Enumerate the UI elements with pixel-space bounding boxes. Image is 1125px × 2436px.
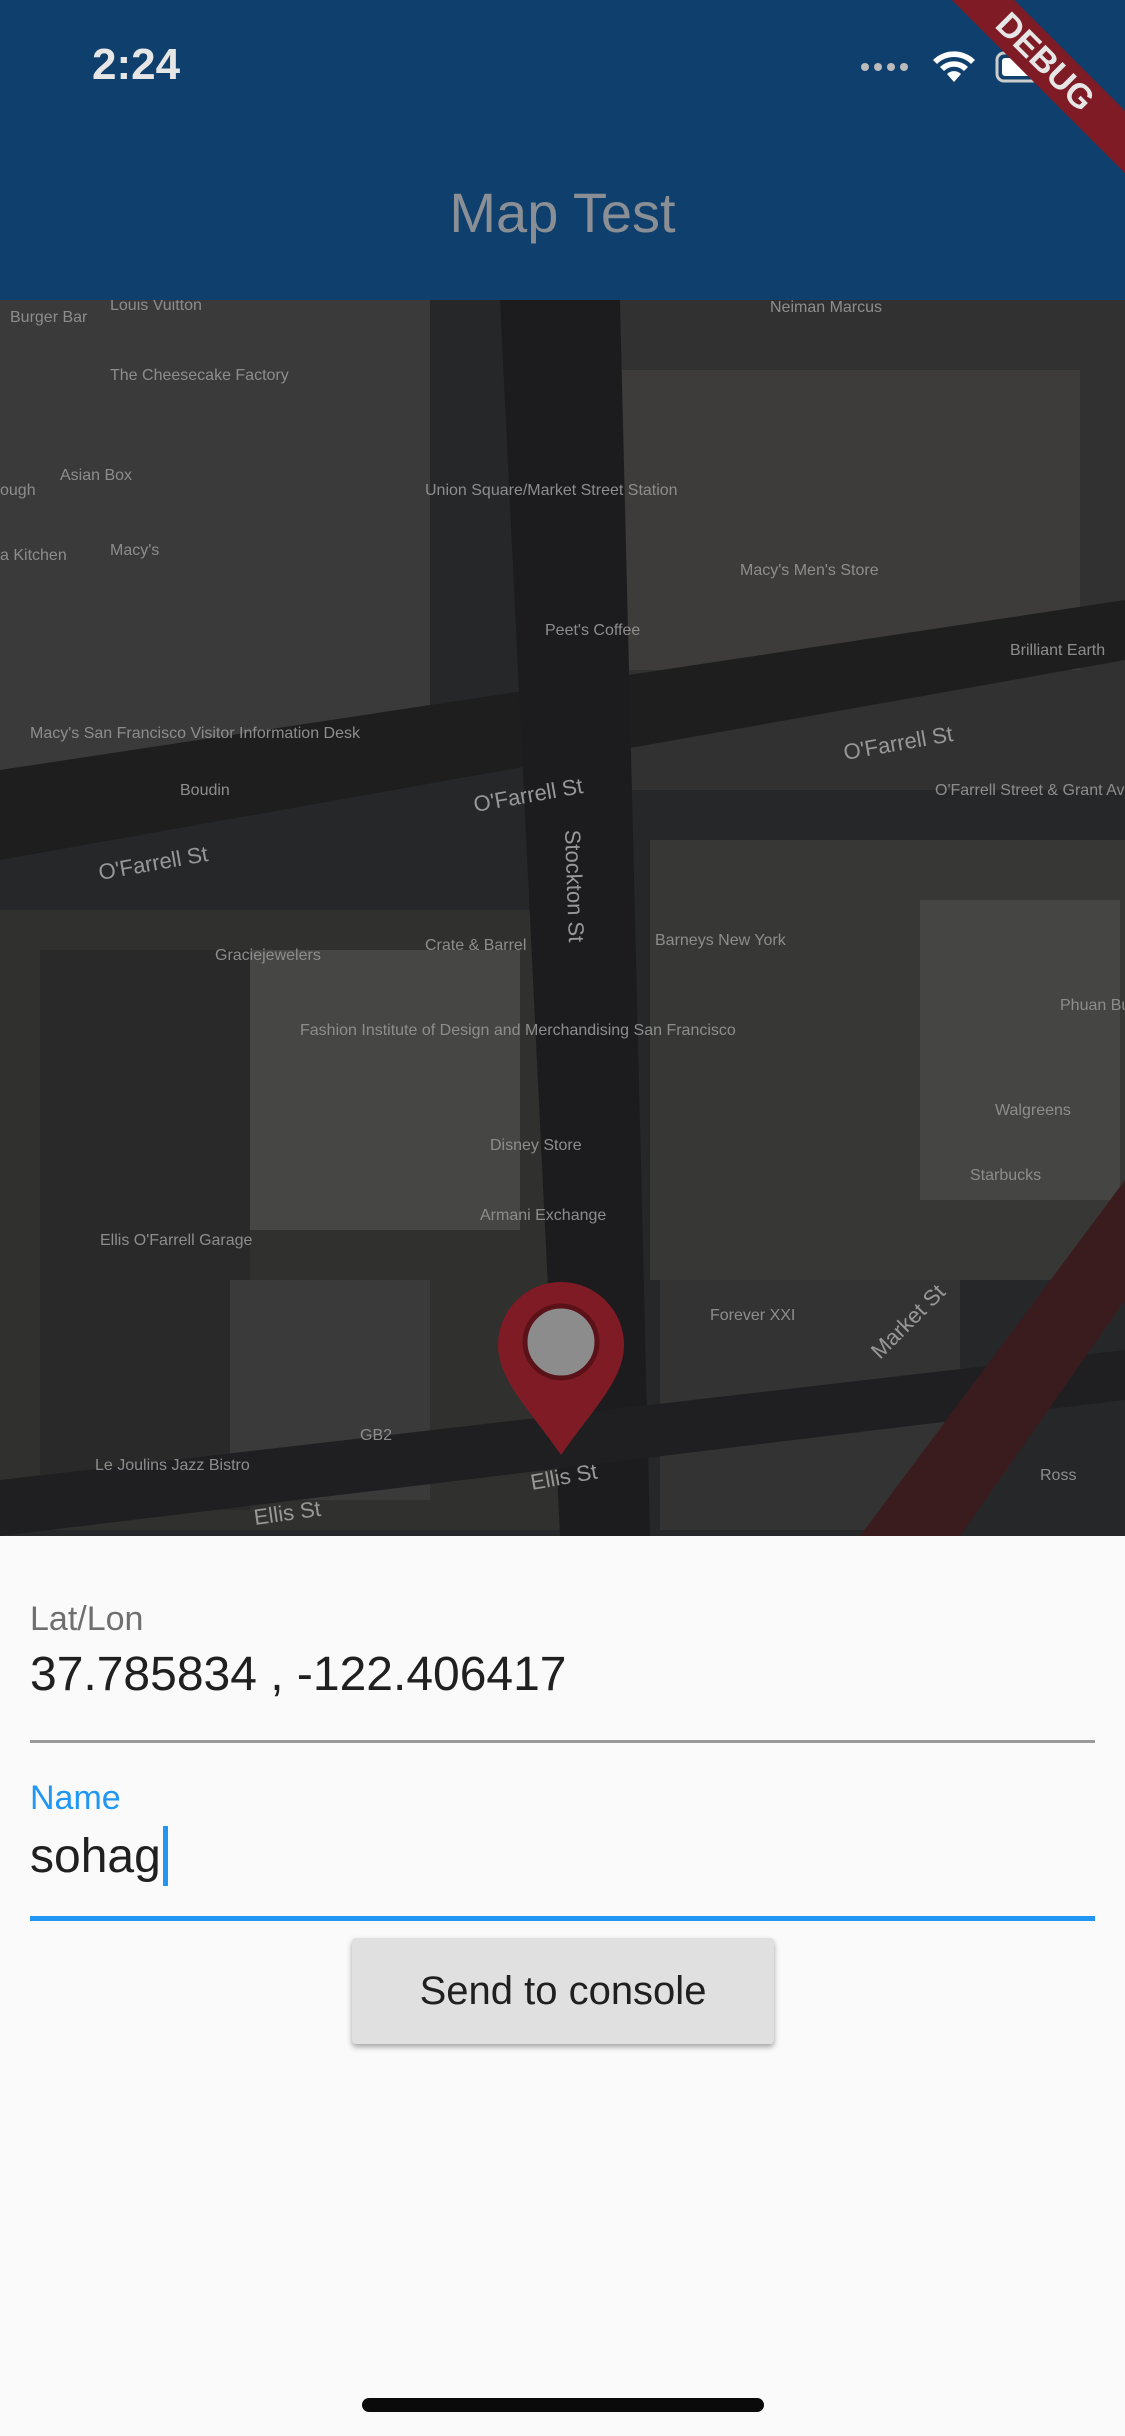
page-title: Map Test (449, 181, 676, 244)
location-form: Lat/Lon 37.785834 , -122.406417 Name soh… (30, 1600, 1095, 1921)
name-label: Name (30, 1779, 121, 1817)
app-bar: Map Test (0, 140, 1125, 300)
name-field[interactable]: sohag (30, 1826, 1095, 1886)
text-cursor (162, 1826, 168, 1886)
latlon-label: Lat/Lon (30, 1600, 144, 1638)
name-value[interactable]: sohag (30, 1829, 161, 1884)
latlon-underline (30, 1740, 1095, 1743)
status-bar: 2:24 (0, 0, 1125, 140)
satellite-map[interactable]: Burger Bar Louis Vuitton Neiman Marcus T… (0, 300, 1125, 1536)
send-to-console-button[interactable]: Send to console (352, 1938, 774, 2044)
home-indicator[interactable] (362, 2398, 764, 2412)
name-underline (30, 1916, 1095, 1921)
status-time: 2:24 (92, 40, 181, 89)
wifi-icon (933, 51, 975, 82)
latlon-field[interactable]: 37.785834 , -122.406417 (30, 1647, 1095, 1702)
cellular-icon (861, 63, 908, 71)
